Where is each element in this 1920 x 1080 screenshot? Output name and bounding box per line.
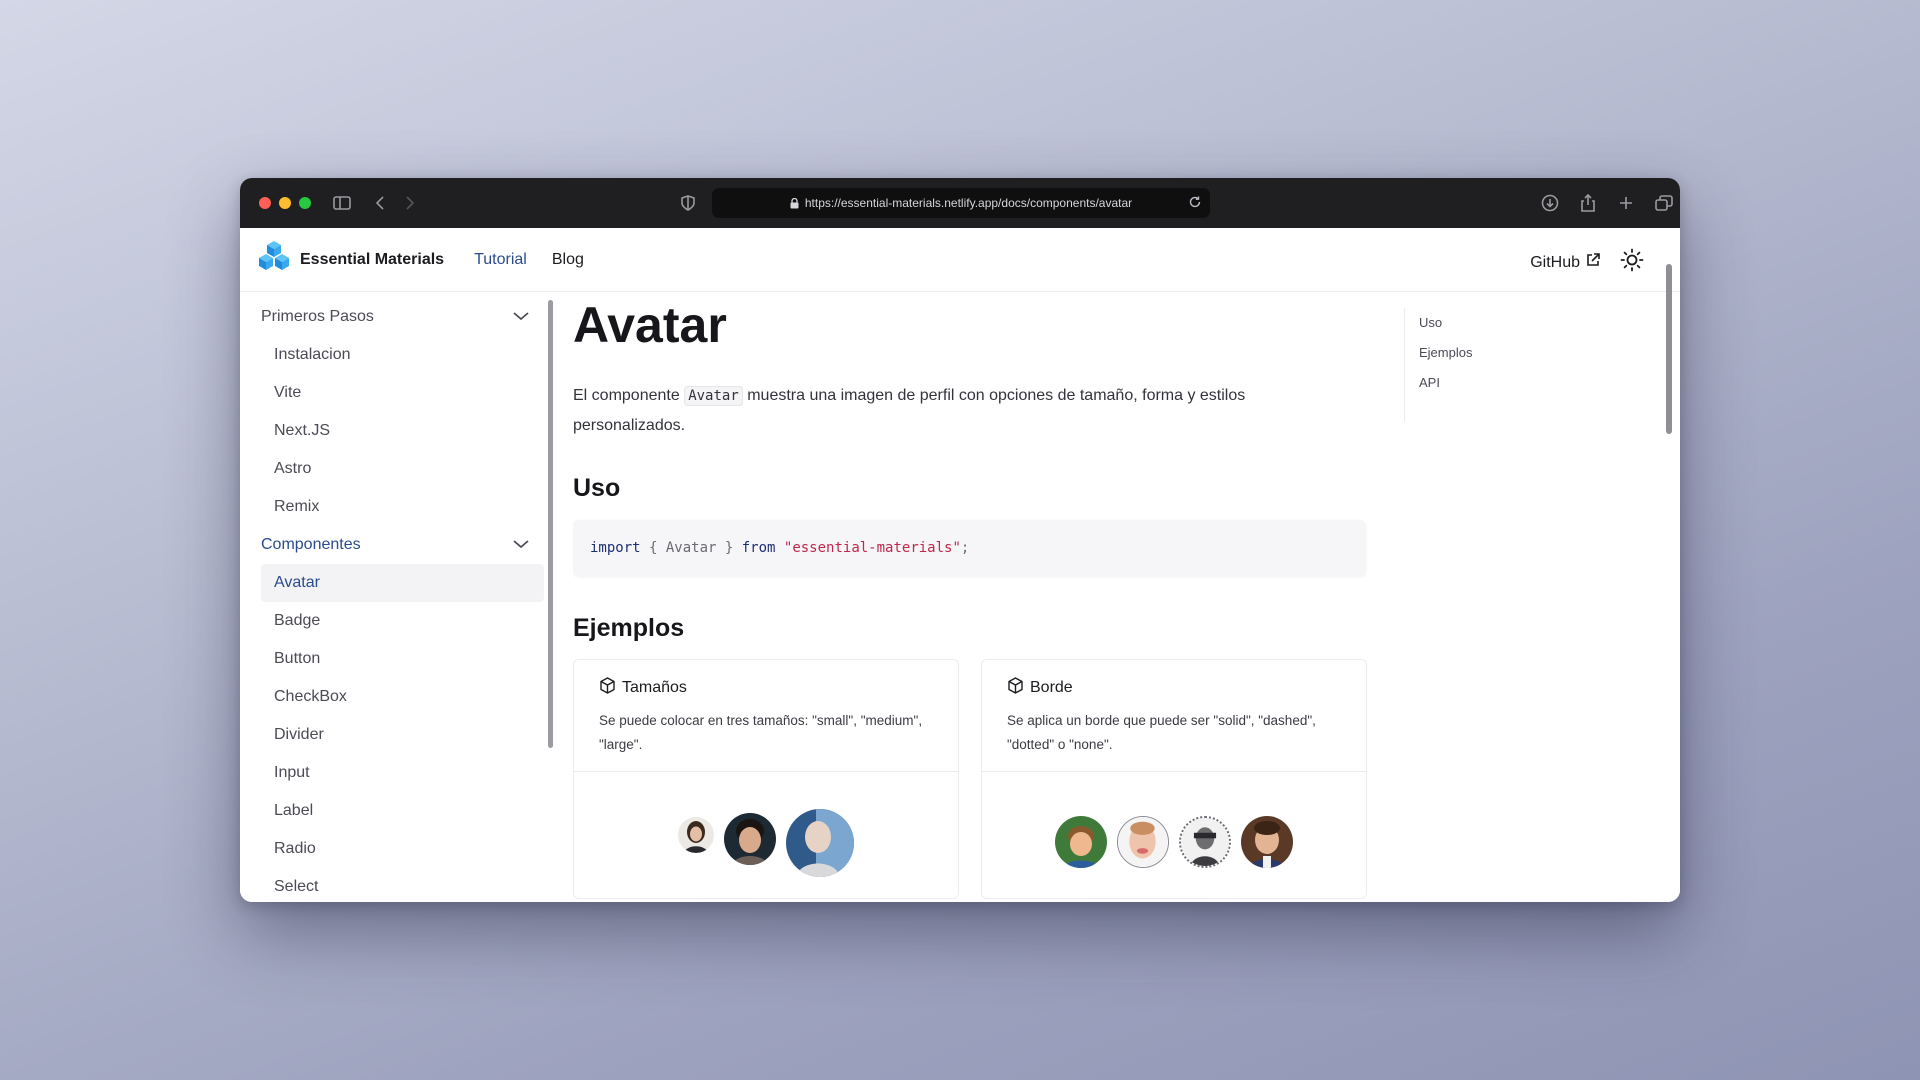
toc-item-uso[interactable]: Uso bbox=[1419, 308, 1472, 338]
section-heading-ejemplos: Ejemplos bbox=[573, 614, 685, 642]
close-window-button[interactable] bbox=[259, 197, 271, 209]
sidebar-item-select[interactable]: Select bbox=[261, 868, 544, 902]
minimize-window-button[interactable] bbox=[279, 197, 291, 209]
external-link-icon bbox=[1586, 253, 1600, 272]
back-icon[interactable] bbox=[368, 191, 392, 215]
avatar-large bbox=[786, 809, 854, 877]
share-icon[interactable] bbox=[1576, 191, 1600, 215]
brand[interactable]: Essential Materials bbox=[256, 240, 444, 279]
privacy-shield-icon[interactable] bbox=[676, 191, 700, 215]
code-keyword: import bbox=[590, 540, 641, 556]
avatar-border-none bbox=[1241, 816, 1293, 868]
avatar-medium bbox=[724, 813, 776, 865]
card-title-text: Borde bbox=[1030, 679, 1073, 696]
card-title: Tamaños bbox=[599, 677, 938, 699]
chevron-down-icon bbox=[512, 308, 530, 326]
github-link[interactable]: GitHub bbox=[1530, 253, 1600, 272]
card-description: Se aplica un borde que puede ser "solid"… bbox=[1007, 713, 1316, 752]
top-navbar: Essential Materials Tutorial Blog GitHub bbox=[240, 228, 1680, 292]
browser-window: https://essential-materials.netlify.app/… bbox=[240, 178, 1680, 902]
sidebar-item-vite[interactable]: Vite bbox=[261, 374, 544, 412]
avatar-border-solid bbox=[1055, 816, 1107, 868]
card-description: Se puede colocar en tres tamaños: "small… bbox=[599, 713, 923, 752]
sidebar-item-button[interactable]: Button bbox=[261, 640, 544, 678]
sidebar-section-label: Componentes bbox=[261, 536, 361, 553]
sidebar-scrollbar[interactable] bbox=[548, 300, 553, 748]
lock-icon bbox=[790, 197, 799, 209]
sidebar-item-input[interactable]: Input bbox=[261, 754, 544, 792]
sidebar-item-badge[interactable]: Badge bbox=[261, 602, 544, 640]
chevron-down-icon bbox=[512, 536, 530, 554]
avatar-preview-borders bbox=[982, 772, 1366, 900]
code-keyword: from bbox=[741, 540, 776, 556]
theme-toggle-sun-icon[interactable] bbox=[1620, 248, 1644, 277]
main-content: Avatar El componente Avatar muestra una … bbox=[573, 292, 1381, 902]
code-string: "essential-materials" bbox=[783, 540, 961, 556]
zoom-window-button[interactable] bbox=[299, 197, 311, 209]
docs-sidebar: Primeros Pasos Instalacion Vite Next.JS … bbox=[240, 292, 550, 902]
intro-paragraph: El componente Avatar muestra una imagen … bbox=[573, 381, 1313, 440]
new-tab-icon[interactable] bbox=[1614, 191, 1638, 215]
card-title-text: Tamaños bbox=[622, 679, 687, 696]
code-block[interactable]: import { Avatar } from "essential-materi… bbox=[573, 520, 1366, 576]
forward-icon[interactable] bbox=[398, 191, 422, 215]
sidebar-section-primeros-pasos[interactable]: Primeros Pasos bbox=[240, 298, 550, 336]
brand-name: Essential Materials bbox=[300, 250, 445, 268]
download-icon[interactable] bbox=[1538, 191, 1562, 215]
example-card-tamanos: Tamaños Se puede colocar en tres tamaños… bbox=[573, 659, 959, 899]
window-controls bbox=[259, 197, 311, 209]
cubes-logo-icon bbox=[256, 240, 292, 279]
examples-grid: Tamaños Se puede colocar en tres tamaños… bbox=[573, 659, 1381, 899]
page-scrollbar[interactable] bbox=[1666, 264, 1672, 434]
browser-toolbar: https://essential-materials.netlify.app/… bbox=[240, 178, 1680, 228]
sidebar-section-label: Primeros Pasos bbox=[261, 308, 374, 325]
avatar-border-dashed bbox=[1117, 816, 1169, 868]
github-label: GitHub bbox=[1530, 253, 1580, 271]
sidebar-item-label[interactable]: Label bbox=[261, 792, 544, 830]
url-text: https://essential-materials.netlify.app/… bbox=[804, 196, 1133, 210]
toc-item-ejemplos[interactable]: Ejemplos bbox=[1419, 338, 1472, 368]
sidebar-item-radio[interactable]: Radio bbox=[261, 830, 544, 868]
docs-page: Essential Materials Tutorial Blog GitHub bbox=[240, 228, 1680, 902]
sidebar-item-remix[interactable]: Remix bbox=[261, 488, 544, 526]
sidebar-item-nextjs[interactable]: Next.JS bbox=[261, 412, 544, 450]
sidebar-item-avatar[interactable]: Avatar bbox=[261, 564, 544, 602]
toc-item-api[interactable]: API bbox=[1419, 368, 1472, 398]
sidebar-section-componentes[interactable]: Componentes bbox=[240, 526, 550, 564]
section-heading-uso: Uso bbox=[573, 474, 621, 502]
sidebar-item-checkbox[interactable]: CheckBox bbox=[261, 678, 544, 716]
sidebar-item-instalacion[interactable]: Instalacion bbox=[261, 336, 544, 374]
avatar-small bbox=[678, 817, 714, 853]
code-text: { Avatar } bbox=[640, 540, 742, 556]
page-title: Avatar bbox=[573, 297, 727, 353]
reload-icon[interactable] bbox=[1188, 195, 1202, 209]
address-bar[interactable]: https://essential-materials.netlify.app/… bbox=[712, 188, 1210, 218]
inline-code: Avatar bbox=[684, 386, 743, 406]
card-title: Borde bbox=[1007, 677, 1346, 699]
nav-blog[interactable]: Blog bbox=[552, 251, 584, 269]
code-text: ; bbox=[960, 540, 970, 556]
sidebar-item-astro[interactable]: Astro bbox=[261, 450, 544, 488]
tab-overview-icon[interactable] bbox=[1652, 191, 1676, 215]
intro-text-before: El componente bbox=[573, 387, 685, 404]
cube-icon bbox=[599, 677, 616, 699]
sidebar-toggle-icon[interactable] bbox=[330, 191, 354, 215]
avatar-preview-sizes bbox=[574, 772, 958, 900]
example-card-borde: Borde Se aplica un borde que puede ser "… bbox=[981, 659, 1367, 899]
nav-tutorial[interactable]: Tutorial bbox=[474, 251, 527, 269]
table-of-contents: Uso Ejemplos API bbox=[1404, 308, 1472, 422]
sidebar-item-divider[interactable]: Divider bbox=[261, 716, 544, 754]
navbar-right: GitHub bbox=[1530, 248, 1644, 277]
avatar-border-dotted bbox=[1179, 816, 1231, 868]
cube-icon bbox=[1007, 677, 1024, 699]
